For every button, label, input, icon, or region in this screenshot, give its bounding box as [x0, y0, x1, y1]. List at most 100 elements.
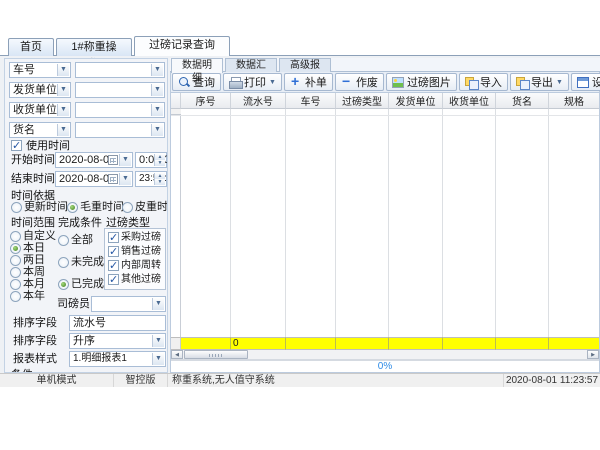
scroll-left-arrow-icon[interactable]: ◀ [171, 350, 183, 359]
receiver-field-select[interactable]: 收货单位 [9, 102, 71, 118]
grid-header-serial[interactable]: 流水号 [231, 93, 286, 109]
toolbar: 查询 打印 补单 作废 过磅图片 导入 导出 设置 [170, 72, 600, 93]
records-grid: 序号 流水号 车号 过磅类型 发货单位 收货单位 货名 规格 [170, 93, 600, 373]
vehicle-field-label: 车号 [13, 64, 35, 76]
chevron-down-icon [57, 104, 69, 116]
report-style-select[interactable]: 1.明细报表1 [69, 351, 166, 367]
grid-header-selector [171, 93, 181, 109]
summary-shipper-cell [389, 337, 443, 350]
vehicle-value-select[interactable] [75, 62, 165, 78]
grid-header-shipper[interactable]: 发货单位 [389, 93, 443, 109]
import-button-label: 导入 [480, 74, 502, 90]
grid-header-vehicle[interactable]: 车号 [286, 93, 336, 109]
summary-weigh-type-cell [336, 337, 389, 350]
vehicle-field-select[interactable]: 车号 [9, 62, 71, 78]
settings-button-label: 设置 [592, 74, 600, 90]
sort-field-label: 排序字段 [13, 315, 57, 331]
filter-panel: 车号 发货单位 收货单位 货名 使用时间 开始时间 2020-08-0 [4, 58, 168, 373]
subtab-data-summary[interactable]: 数据汇总 [225, 58, 277, 72]
grid-header-spec[interactable]: 规格 [549, 93, 599, 109]
checkbox-other-weigh[interactable] [108, 274, 119, 285]
sort-order-value: 升序 [73, 335, 95, 347]
grid-col-serial [231, 109, 286, 337]
spinner-arrows-icon[interactable]: ▲▼ [154, 154, 165, 166]
shipper-field-select[interactable]: 发货单位 [9, 82, 71, 98]
void-button-label: 作废 [356, 74, 378, 90]
checkbox-internal-transfer-label: 内部周转 [121, 259, 161, 272]
goods-field-select[interactable]: 货名 [9, 122, 71, 138]
radio-range-this-month[interactable] [10, 279, 21, 290]
grid-header-seq[interactable]: 序号 [181, 93, 231, 109]
summary-vehicle-cell [286, 337, 336, 350]
start-time-spinner[interactable]: 0:00:00▲▼ [135, 152, 167, 168]
export-button[interactable]: 导出 [510, 73, 569, 91]
radio-gross-time-label: 毛重时间 [80, 201, 124, 214]
end-time-spinner[interactable]: 23:59:59▲▼ [135, 171, 167, 187]
weigher-select[interactable] [91, 296, 166, 312]
grid-header-goods[interactable]: 货名 [496, 93, 549, 109]
chevron-down-icon [151, 124, 163, 136]
status-datetime: 2020-08-01 11:23:57 [504, 374, 600, 387]
start-date-value: 2020-08-01 [59, 154, 115, 166]
grid-header-receiver[interactable]: 收货单位 [443, 93, 496, 109]
radio-range-two-days[interactable] [10, 255, 21, 266]
grid-col-receiver [443, 109, 496, 337]
radio-gross-time[interactable] [67, 202, 78, 213]
subtab-data-detail[interactable]: 数据明细 [171, 58, 223, 73]
tab-home[interactable]: 首页 [8, 38, 54, 56]
radio-range-custom[interactable] [10, 231, 21, 242]
summary-receiver-cell [443, 337, 496, 350]
tab-weighing-operation[interactable]: 1#称重操作 [56, 38, 132, 56]
tab-weigh-record-query[interactable]: 过磅记录查询× [134, 36, 230, 56]
start-date-picker[interactable]: 2020-08-01 [55, 152, 133, 168]
radio-range-this-week[interactable] [10, 267, 21, 278]
export-icon [516, 77, 528, 88]
checkbox-internal-transfer[interactable] [108, 260, 119, 271]
radio-tare-time[interactable] [122, 202, 133, 213]
grid-col-selector [171, 109, 181, 337]
radio-finish-finished[interactable] [58, 279, 69, 290]
scroll-right-arrow-icon[interactable]: ▶ [587, 350, 599, 359]
calendar-icon [108, 174, 118, 184]
grid-body[interactable] [171, 109, 599, 337]
end-date-picker[interactable]: 2020-08-01 [55, 171, 133, 187]
print-button[interactable]: 打印 [223, 73, 282, 91]
checkbox-sales-weigh[interactable] [108, 246, 119, 257]
sort-field-input[interactable]: 流水号 [69, 315, 166, 331]
main-tabstrip: 首页 1#称重操作 过磅记录查询× [0, 33, 600, 56]
supplement-button[interactable]: 补单 [284, 73, 333, 91]
summary-selector-cell [171, 337, 181, 350]
image-icon [392, 77, 404, 88]
checkbox-purchase-weigh[interactable] [108, 232, 119, 243]
settings-icon [577, 77, 589, 88]
data-subtabs: 数据明细 数据汇总 高级报表 [170, 58, 600, 72]
import-button[interactable]: 导入 [459, 73, 508, 91]
chevron-down-icon [556, 79, 563, 86]
sort-order-select[interactable]: 升序 [69, 333, 166, 349]
void-button[interactable]: 作废 [335, 73, 384, 91]
horizontal-scrollbar[interactable]: ◀ ▶ [171, 350, 599, 360]
checkbox-purchase-weigh-label: 采购过磅 [121, 231, 161, 244]
settings-button[interactable]: 设置 [571, 73, 600, 91]
radio-range-today[interactable] [10, 243, 21, 254]
status-bar: 单机模式 智控版 称重系统,无人值守系统 2020-08-01 11:23:57 [0, 373, 600, 387]
report-style-value: 1.明细报表1 [73, 353, 127, 364]
summary-serial-cell: 0 [231, 337, 286, 350]
radio-finish-unfinished[interactable] [58, 257, 69, 268]
spinner-arrows-icon[interactable]: ▲▼ [154, 173, 165, 185]
chevron-down-icon [119, 173, 131, 185]
scrollbar-thumb[interactable] [184, 350, 248, 359]
receiver-field-label: 收货单位 [13, 104, 57, 116]
grid-header-weigh-type[interactable]: 过磅类型 [336, 93, 389, 109]
radio-update-time[interactable] [11, 202, 22, 213]
use-time-checkbox[interactable] [11, 140, 22, 151]
receiver-value-select[interactable] [75, 102, 165, 118]
subtab-advanced-report[interactable]: 高级报表 [279, 58, 331, 72]
radio-finish-unfinished-label: 未完成 [71, 256, 104, 269]
goods-value-select[interactable] [75, 122, 165, 138]
filter-row-vehicle: 车号 [5, 62, 168, 78]
weigh-photo-button[interactable]: 过磅图片 [386, 73, 457, 91]
grid-col-shipper [389, 109, 443, 337]
shipper-value-select[interactable] [75, 82, 165, 98]
radio-finish-all[interactable] [58, 235, 69, 246]
